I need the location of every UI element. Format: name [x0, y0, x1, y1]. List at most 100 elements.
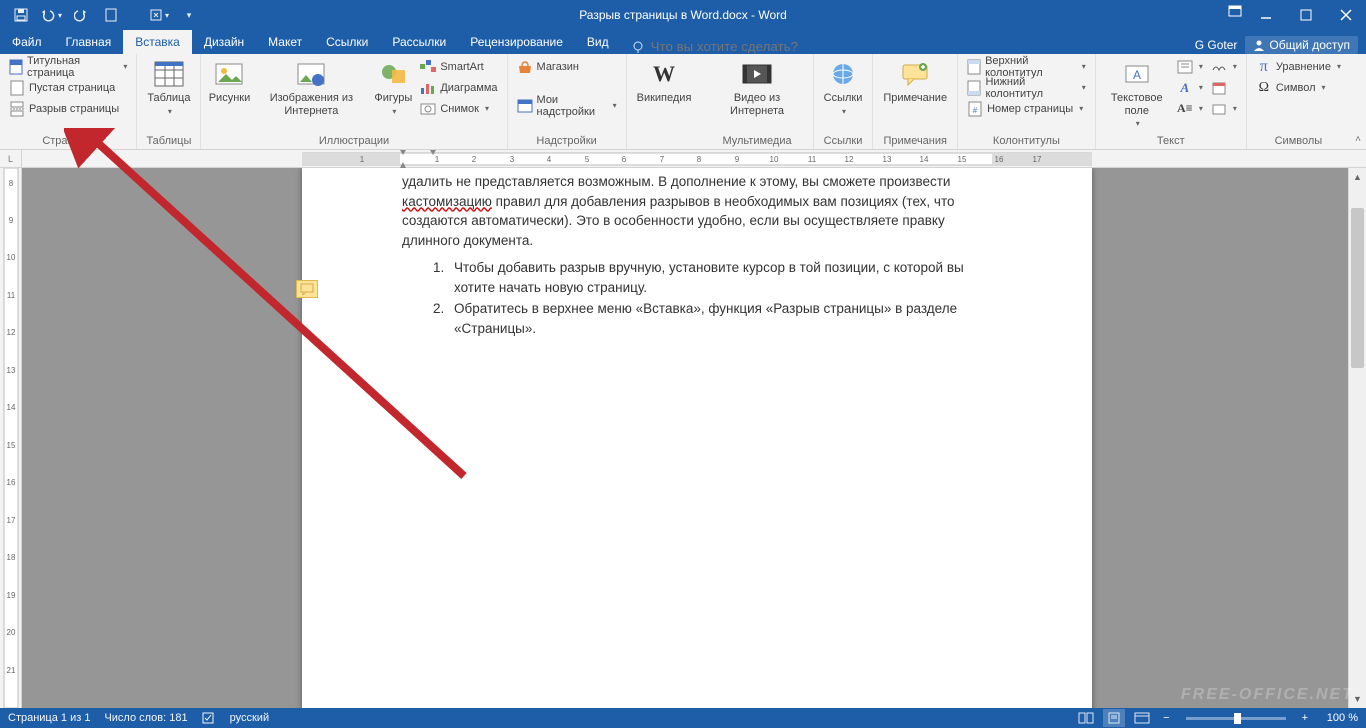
addin-icon: [517, 98, 533, 114]
tab-review[interactable]: Рецензирование: [458, 30, 575, 54]
status-proofing-icon[interactable]: [202, 712, 216, 724]
list-item: Чтобы добавить разрыв вручную, установит…: [448, 258, 992, 297]
blank-page-button[interactable]: Пустая страница: [6, 77, 130, 98]
page-number-button[interactable]: #Номер страницы▾: [964, 98, 1089, 119]
tab-file[interactable]: Файл: [0, 30, 54, 54]
object-button[interactable]: ▾: [1208, 98, 1240, 119]
zoom-out[interactable]: −: [1159, 712, 1173, 724]
svg-text:A: A: [1133, 68, 1141, 82]
group-tables-label: Таблицы: [143, 133, 194, 149]
tell-me[interactable]: [631, 39, 811, 54]
footer-button[interactable]: Нижний колонтитул▾: [964, 77, 1089, 98]
scroll-thumb[interactable]: [1351, 208, 1364, 368]
header-button[interactable]: Верхний колонтитул▾: [964, 56, 1089, 77]
view-web[interactable]: [1131, 709, 1153, 727]
close-button[interactable]: [1326, 0, 1366, 30]
zoom-slider[interactable]: [1186, 717, 1286, 720]
svg-text:9: 9: [735, 155, 740, 164]
svg-text:13: 13: [883, 155, 892, 164]
page-content[interactable]: удалить не представляется возможным. В д…: [302, 172, 1092, 381]
svg-text:13: 13: [7, 366, 16, 375]
svg-text:2: 2: [472, 155, 477, 164]
video-icon: [741, 58, 773, 90]
qat-customize[interactable]: ▾: [176, 2, 202, 28]
svg-text:17: 17: [7, 516, 16, 525]
blank-page-icon: [9, 80, 25, 96]
vertical-ruler[interactable]: 8910 111213 141516 171819 2021: [0, 168, 22, 708]
signature-button[interactable]: ▾: [1208, 56, 1240, 77]
equation-button[interactable]: πУравнение▾: [1253, 56, 1344, 77]
lightbulb-icon: [631, 40, 645, 54]
shapes-button[interactable]: Фигуры▾: [371, 56, 415, 119]
svg-text:12: 12: [845, 155, 854, 164]
smartart-button[interactable]: SmartArt: [417, 56, 500, 77]
links-button[interactable]: Ссылки▾: [820, 56, 867, 119]
symbol-button[interactable]: ΩСимвол▾: [1253, 77, 1344, 98]
share-button[interactable]: Общий доступ: [1245, 36, 1358, 54]
vertical-scrollbar[interactable]: ▲ ▼: [1348, 168, 1366, 708]
equation-icon: π: [1256, 59, 1272, 75]
group-addins-label: Надстройки: [514, 133, 620, 149]
tab-home[interactable]: Главная: [54, 30, 124, 54]
footer-icon: [967, 80, 981, 96]
ribbon-display-options[interactable]: [1224, 0, 1246, 22]
group-symbols: πУравнение▾ ΩСимвол▾ Символы: [1247, 54, 1350, 149]
svg-text:9: 9: [9, 216, 14, 225]
tab-mailings[interactable]: Рассылки: [380, 30, 458, 54]
comment-button[interactable]: Примечание: [879, 56, 951, 107]
table-button[interactable]: Таблица▾: [143, 56, 194, 119]
touch-mode-button[interactable]: ▾: [146, 2, 172, 28]
document-title: Разрыв страницы в Word.docx - Word: [0, 8, 1366, 22]
group-comments-label: Примечания: [879, 133, 951, 149]
dropcap-button[interactable]: A≡▾: [1174, 98, 1206, 119]
page-break-button[interactable]: Разрыв страницы: [6, 98, 130, 119]
online-pictures-button[interactable]: Изображения из Интернета: [251, 56, 371, 119]
datetime-button[interactable]: [1208, 77, 1240, 98]
zoom-level[interactable]: 100 %: [1318, 712, 1358, 724]
tab-layout[interactable]: Макет: [256, 30, 314, 54]
redo-button[interactable]: [68, 2, 94, 28]
svg-text:6: 6: [622, 155, 627, 164]
page[interactable]: удалить не представляется возможным. В д…: [302, 168, 1092, 708]
zoom-in[interactable]: +: [1298, 712, 1312, 724]
status-page[interactable]: Страница 1 из 1: [8, 712, 90, 724]
my-addins-button[interactable]: Мои надстройки ▾: [514, 95, 620, 116]
minimize-button[interactable]: [1246, 0, 1286, 30]
screenshot-icon: [420, 101, 436, 117]
cover-page-button[interactable]: Титульная страница▾: [6, 56, 130, 77]
screenshot-button[interactable]: Снимок▾: [417, 98, 500, 119]
undo-button[interactable]: ▾: [38, 2, 64, 28]
wordart-button[interactable]: A▾: [1174, 77, 1206, 98]
tell-me-input[interactable]: [651, 39, 811, 54]
pictures-button[interactable]: Рисунки: [207, 56, 251, 107]
wikipedia-button[interactable]: WВикипедия: [633, 56, 696, 107]
new-doc-button[interactable]: [98, 2, 124, 28]
save-button[interactable]: [8, 2, 34, 28]
table-icon: [153, 58, 185, 90]
status-words[interactable]: Число слов: 181: [104, 712, 187, 724]
store-button[interactable]: Магазин: [514, 56, 620, 77]
online-video-button[interactable]: Видео из Интернета: [707, 56, 806, 119]
collapse-ribbon[interactable]: ˄: [1350, 54, 1366, 149]
view-print[interactable]: [1103, 709, 1125, 727]
screenshot-label: Снимок: [440, 103, 479, 115]
comment-indicator[interactable]: [296, 280, 318, 298]
textbox-button[interactable]: AТекстовое поле▾: [1102, 56, 1172, 132]
tab-references[interactable]: Ссылки: [314, 30, 380, 54]
tab-insert[interactable]: Вставка: [123, 30, 192, 54]
link-icon: [827, 58, 859, 90]
view-read[interactable]: [1075, 709, 1097, 727]
status-language[interactable]: русский: [230, 712, 269, 724]
tab-view[interactable]: Вид: [575, 30, 621, 54]
quickparts-button[interactable]: ▾: [1174, 56, 1206, 77]
scroll-up[interactable]: ▲: [1349, 168, 1366, 186]
tab-design[interactable]: Дизайн: [192, 30, 256, 54]
sig-icon: [1211, 59, 1227, 75]
maximize-button[interactable]: [1286, 0, 1326, 30]
account-area: G Goter Общий доступ: [1195, 36, 1366, 54]
pictures-label: Рисунки: [209, 92, 251, 105]
chart-button[interactable]: Диаграмма: [417, 77, 500, 98]
horizontal-ruler[interactable]: 1 123 456 789 101112 131415 1617: [22, 150, 1366, 168]
user-name[interactable]: G Goter: [1195, 38, 1238, 52]
para-text-err: кастомизацию: [402, 194, 492, 209]
